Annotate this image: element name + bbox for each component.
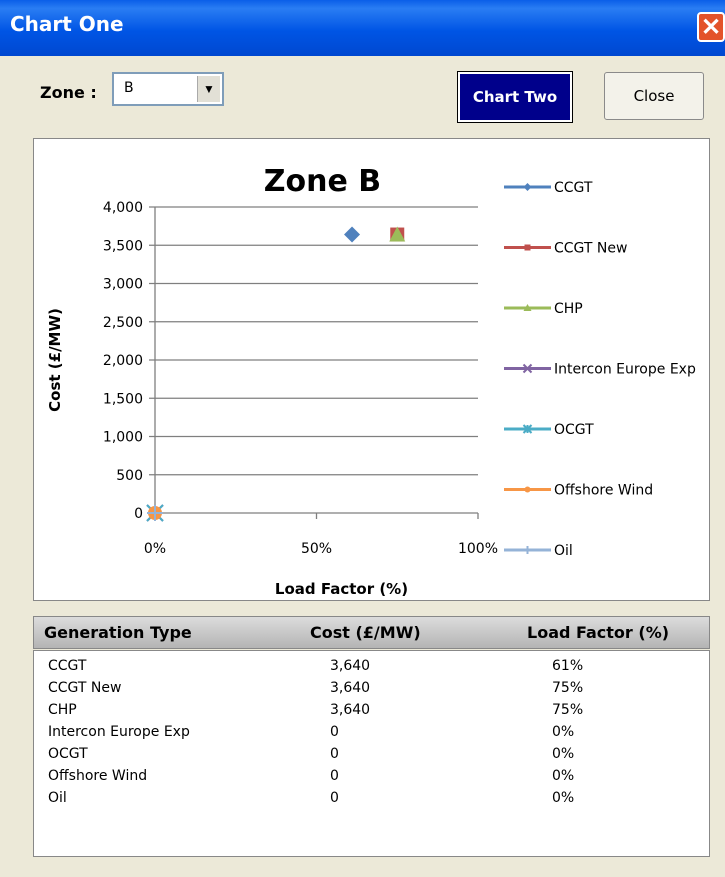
x-tick-label: 100% [458, 541, 498, 557]
data-point [344, 226, 361, 243]
cell-cost: 0 [330, 724, 339, 740]
circle-marker [524, 486, 531, 493]
y-tick-label: 3,500 [103, 238, 143, 254]
legend-label: CCGT [554, 180, 593, 196]
diamond-marker [523, 183, 532, 191]
legend-label: CHP [554, 301, 583, 317]
y-tick-label: 2,000 [103, 353, 143, 369]
legend-label: Oil [554, 543, 573, 559]
table-row[interactable]: OCGT 0 0% [34, 745, 709, 767]
x-axis-label: Load Factor (%) [275, 580, 408, 598]
y-tick-label: 500 [116, 468, 143, 484]
diamond-marker [344, 226, 361, 243]
table-row[interactable]: Oil 0 0% [34, 789, 709, 811]
zone-label: Zone : [40, 83, 97, 102]
table-row[interactable]: Intercon Europe Exp 0 0% [34, 723, 709, 745]
legend-label: OCGT [554, 422, 594, 438]
title-bar: Chart One ✕ [0, 0, 725, 56]
window-close-icon[interactable]: ✕ [697, 12, 725, 42]
cell-cost: 3,640 [330, 702, 371, 718]
window-title: Chart One [10, 12, 124, 36]
cell-cost: 0 [330, 790, 339, 806]
cell-cost: 0 [330, 746, 339, 762]
cell-load-factor: 61% [552, 658, 584, 674]
y-tick-label: 0 [134, 506, 143, 522]
cell-load-factor: 75% [552, 680, 584, 696]
header-generation-type: Generation Type [44, 623, 192, 642]
cell-type: CCGT [48, 658, 87, 674]
table-row[interactable]: CCGT 3,640 61% [34, 657, 709, 679]
cell-type: CHP [48, 702, 77, 718]
zone-dropdown[interactable]: B ▼ [112, 72, 224, 106]
table-row[interactable]: CCGT New 3,640 75% [34, 679, 709, 701]
scatter-chart: Zone B 0 500 1,000 1,500 2,000 2,500 3,000 3,500… [46, 164, 696, 598]
close-button[interactable]: Close [604, 72, 704, 120]
header-cost: Cost (£/MW) [310, 623, 421, 642]
y-tick-label: 2,500 [103, 315, 143, 331]
x-tick-label: 0% [144, 541, 166, 557]
cell-load-factor: 0% [552, 724, 575, 740]
cell-cost: 0 [330, 768, 339, 784]
cell-type: OCGT [48, 746, 88, 762]
cell-type: Intercon Europe Exp [48, 724, 190, 740]
cell-cost: 3,640 [330, 658, 371, 674]
cell-type: Oil [48, 790, 67, 806]
y-tick-label: 1,000 [103, 430, 143, 446]
cell-load-factor: 0% [552, 746, 575, 762]
legend-marker [524, 244, 531, 251]
table-body[interactable]: CCGT 3,640 61% CCGT New 3,640 75% CHP 3,… [33, 650, 710, 857]
legend-marker [524, 486, 531, 493]
table-row[interactable]: CHP 3,640 75% [34, 701, 709, 723]
legend-label: CCGT New [554, 241, 627, 257]
y-tick-label: 1,500 [103, 391, 143, 407]
cell-load-factor: 0% [552, 790, 575, 806]
chart-title: Zone B [264, 164, 381, 199]
cell-type: CCGT New [48, 680, 122, 696]
legend-marker [523, 183, 532, 191]
legend-marker [523, 546, 532, 554]
y-axis-label: Cost (£/MW) [46, 308, 64, 412]
square-marker [524, 244, 531, 251]
legend-label: Offshore Wind [554, 483, 653, 499]
zone-selected-value: B [124, 80, 134, 96]
cell-cost: 3,640 [330, 680, 371, 696]
header-load-factor: Load Factor (%) [527, 623, 670, 642]
x-tick-label: 50% [301, 541, 332, 557]
table-header: Generation Type Cost (£/MW) Load Factor … [33, 616, 710, 649]
y-tick-label: 4,000 [103, 200, 143, 216]
cell-load-factor: 75% [552, 702, 584, 718]
cell-type: Offshore Wind [48, 768, 148, 784]
cell-load-factor: 0% [552, 768, 575, 784]
legend-label: Intercon Europe Exp [554, 362, 696, 378]
chart-area: Zone B 0 500 1,000 1,500 2,000 2,500 3,000 3,500… [33, 138, 710, 601]
dropdown-arrow-icon[interactable]: ▼ [197, 76, 220, 102]
table-row[interactable]: Offshore Wind 0 0% [34, 767, 709, 789]
y-tick-label: 3,000 [103, 277, 143, 293]
chart-two-button[interactable]: Chart Two [457, 71, 573, 123]
